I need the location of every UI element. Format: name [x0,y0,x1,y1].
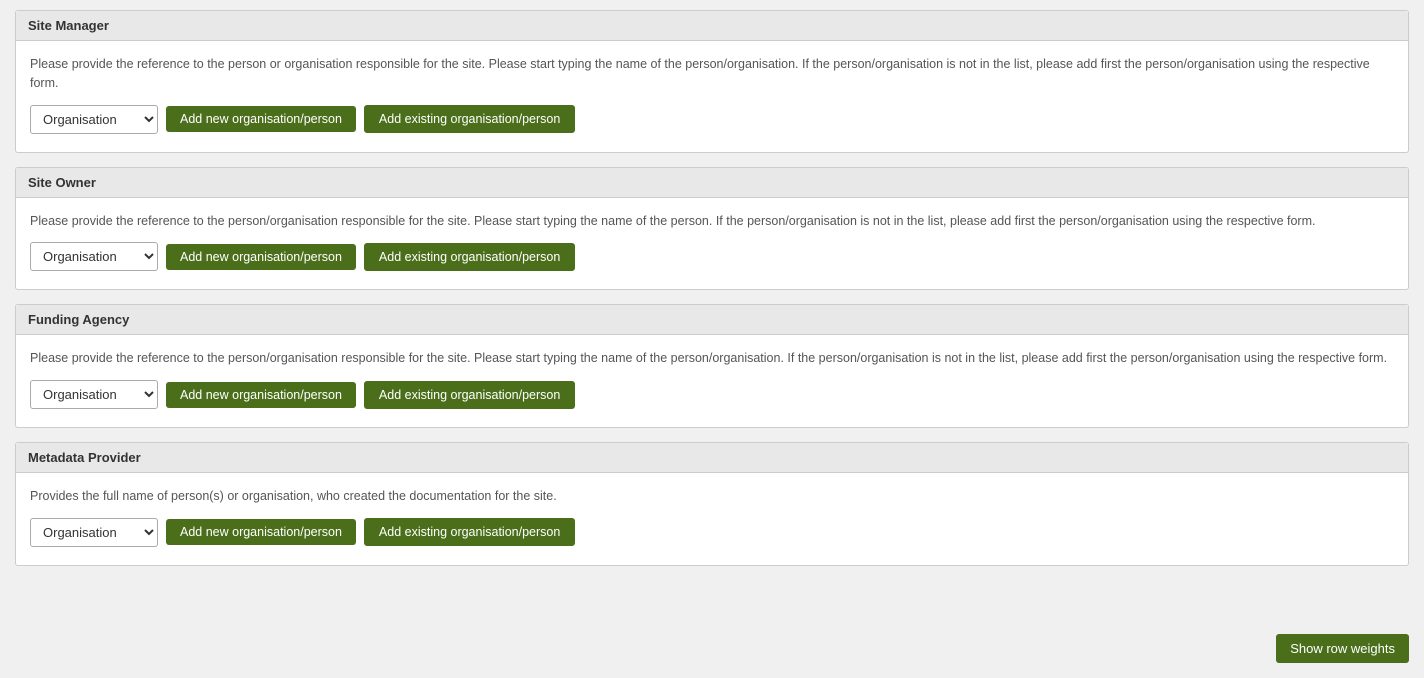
section-body-funding-agency: Please provide the reference to the pers… [16,335,1408,427]
controls-row-site-manager: OrganisationPerson Add new organisation/p… [30,105,1394,134]
add-new-button-site-manager[interactable]: Add new organisation/person [166,106,356,132]
section-site-owner: Site Owner Please provide the reference t… [15,167,1409,291]
page-wrapper: Site Manager Please provide the reference… [0,0,1424,640]
section-body-metadata-provider: Provides the full name of person(s) or o… [16,473,1408,565]
section-metadata-provider: Metadata Provider Provides the full name … [15,442,1409,566]
add-new-button-site-owner[interactable]: Add new organisation/person [166,244,356,270]
org-type-dropdown-metadata-provider[interactable]: OrganisationPerson [30,518,158,547]
controls-row-metadata-provider: OrganisationPerson Add new organisation/p… [30,518,1394,547]
section-body-site-manager: Please provide the reference to the pers… [16,41,1408,152]
section-body-site-owner: Please provide the reference to the pers… [16,198,1408,290]
org-type-dropdown-site-manager[interactable]: OrganisationPerson [30,105,158,134]
controls-row-site-owner: OrganisationPerson Add new organisation/p… [30,242,1394,271]
org-type-dropdown-site-owner[interactable]: OrganisationPerson [30,242,158,271]
section-funding-agency: Funding Agency Please provide the referen… [15,304,1409,428]
section-header-metadata-provider: Metadata Provider [16,443,1408,473]
section-header-site-owner: Site Owner [16,168,1408,198]
add-existing-button-site-owner[interactable]: Add existing organisation/person [364,243,575,271]
controls-row-funding-agency: OrganisationPerson Add new organisation/p… [30,380,1394,409]
add-new-button-funding-agency[interactable]: Add new organisation/person [166,382,356,408]
description-site-manager: Please provide the reference to the pers… [30,55,1394,93]
section-site-manager: Site Manager Please provide the reference… [15,10,1409,153]
add-existing-button-metadata-provider[interactable]: Add existing organisation/person [364,518,575,546]
description-funding-agency: Please provide the reference to the pers… [30,349,1394,368]
section-header-funding-agency: Funding Agency [16,305,1408,335]
add-new-button-metadata-provider[interactable]: Add new organisation/person [166,519,356,545]
description-metadata-provider: Provides the full name of person(s) or o… [30,487,1394,506]
org-type-dropdown-funding-agency[interactable]: OrganisationPerson [30,380,158,409]
section-header-site-manager: Site Manager [16,11,1408,41]
add-existing-button-site-manager[interactable]: Add existing organisation/person [364,105,575,133]
show-row-weights-button[interactable]: Show row weights [1276,634,1409,663]
add-existing-button-funding-agency[interactable]: Add existing organisation/person [364,381,575,409]
description-site-owner: Please provide the reference to the pers… [30,212,1394,231]
